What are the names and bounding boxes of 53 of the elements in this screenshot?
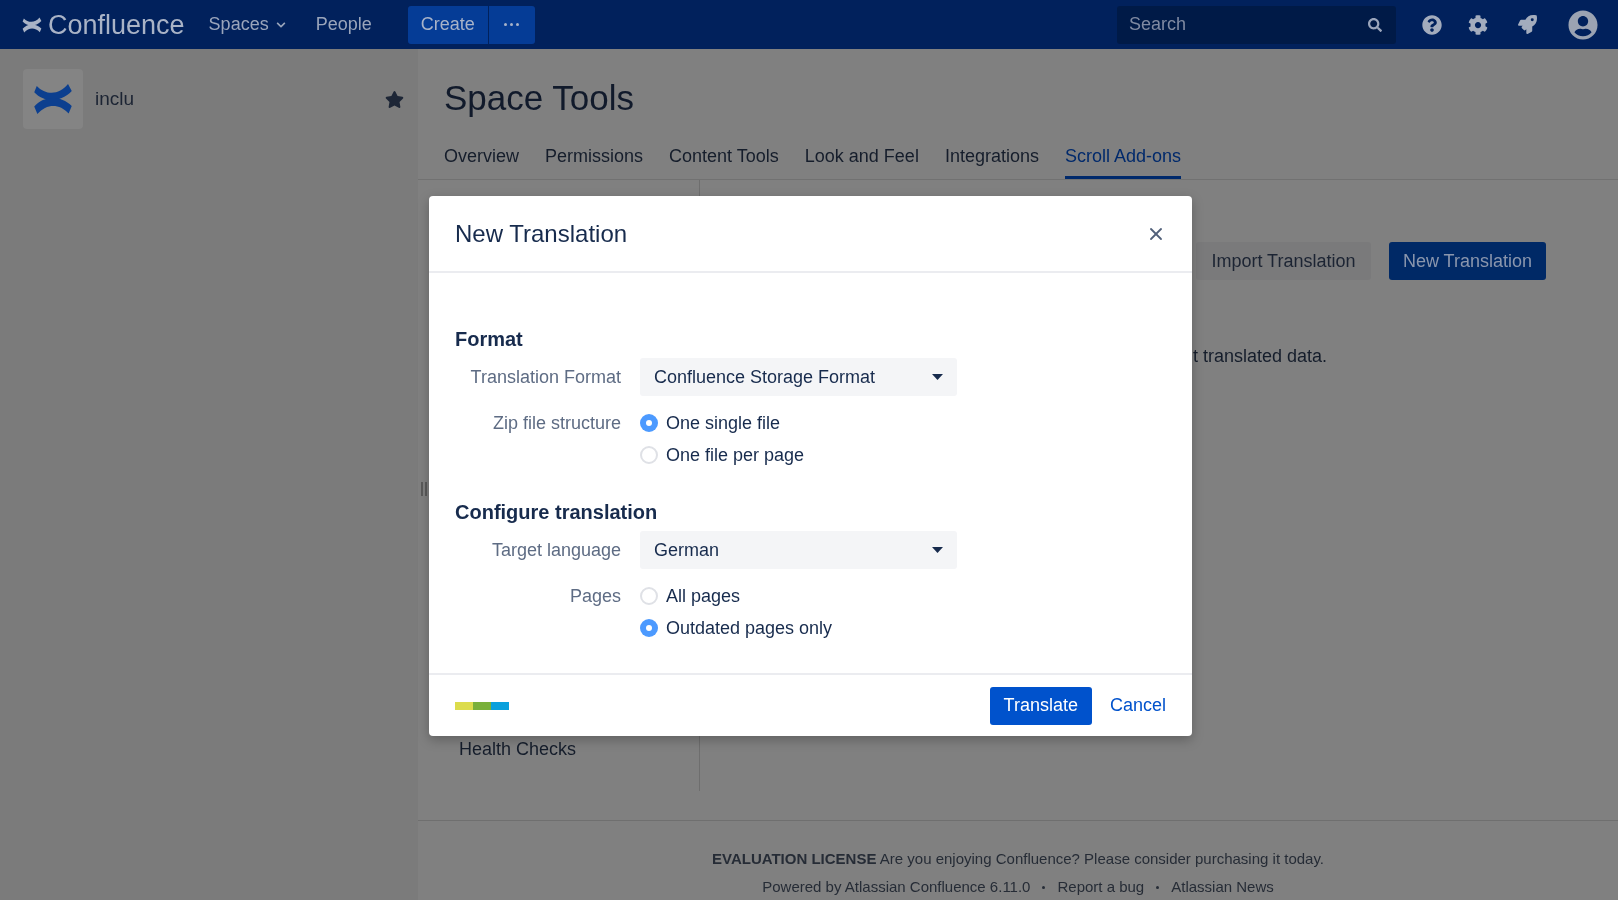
radio-button[interactable] (640, 587, 658, 605)
cancel-link[interactable]: Cancel (1109, 692, 1166, 719)
page-title: Space Tools (443, 77, 636, 118)
settings-icon[interactable] (1468, 14, 1488, 35)
radio-button[interactable] (640, 446, 658, 464)
create-button[interactable]: Create (407, 5, 488, 44)
option-label[interactable]: One file per page (666, 443, 805, 467)
star-icon[interactable] (385, 89, 404, 109)
select-dropdown[interactable]: German (640, 531, 957, 569)
field-label: Pages (568, 585, 621, 608)
field-label: Target language (490, 539, 621, 562)
footer-link[interactable]: Report a bug (1057, 877, 1145, 897)
radio-button[interactable] (640, 414, 658, 432)
action-button[interactable]: Import Translation (1195, 242, 1371, 280)
tab[interactable]: Content Tools (669, 144, 779, 179)
field-label: Zip file structure (491, 412, 621, 435)
tab[interactable]: Scroll Add-ons (1064, 144, 1181, 179)
tab[interactable]: Permissions (545, 144, 644, 179)
avatar-icon[interactable] (1568, 9, 1598, 40)
select-dropdown[interactable]: Confluence Storage Format (640, 358, 957, 396)
search-icon (1368, 17, 1382, 32)
radio-button[interactable] (640, 619, 658, 637)
footer-link[interactable]: Atlassian News (1171, 877, 1274, 897)
caret-icon (932, 547, 943, 553)
more-button[interactable] (488, 5, 535, 44)
section-heading: Format (455, 327, 524, 351)
caret-icon (932, 374, 943, 380)
tab[interactable]: Integrations (944, 144, 1039, 179)
more-icon (504, 23, 520, 26)
footer-link[interactable]: Powered by Atlassian Confluence 6.11.0 (762, 877, 1031, 897)
help-icon[interactable] (1422, 14, 1442, 35)
description-text: t translated data. (1193, 345, 1329, 367)
tab[interactable]: Look and Feel (804, 144, 919, 179)
space-tools-nav-link[interactable]: Health Checks (459, 737, 699, 761)
dialog-title: New Translation (455, 218, 628, 249)
section-heading: Configure translation (455, 500, 659, 524)
space-name-link[interactable]: inclu (95, 84, 135, 114)
resize-handle-icon[interactable] (421, 482, 427, 496)
option-label[interactable]: One single file (666, 411, 781, 435)
option-label[interactable]: Outdated pages only (666, 616, 833, 640)
license-notice: EVALUATION LICENSE Are you enjoying Confluence? Please consider purchasing it today. (712, 849, 1324, 869)
space-logo-icon[interactable] (23, 69, 83, 129)
option-label[interactable]: All pages (666, 584, 741, 608)
nav-menu-item[interactable]: Spaces (208, 11, 286, 38)
translate-button[interactable]: Translate (989, 686, 1092, 725)
field-label: Translation Format (469, 366, 621, 389)
tab[interactable]: Overview (444, 144, 519, 179)
rocket-icon[interactable] (1518, 15, 1537, 34)
nav-menu-item[interactable]: People (315, 11, 372, 38)
action-button[interactable]: New Translation (1388, 242, 1546, 280)
color-stripes-icon (455, 701, 509, 710)
search-field[interactable]: Search (1117, 5, 1396, 44)
home-logo-link[interactable]: Confluence (22, 9, 185, 40)
